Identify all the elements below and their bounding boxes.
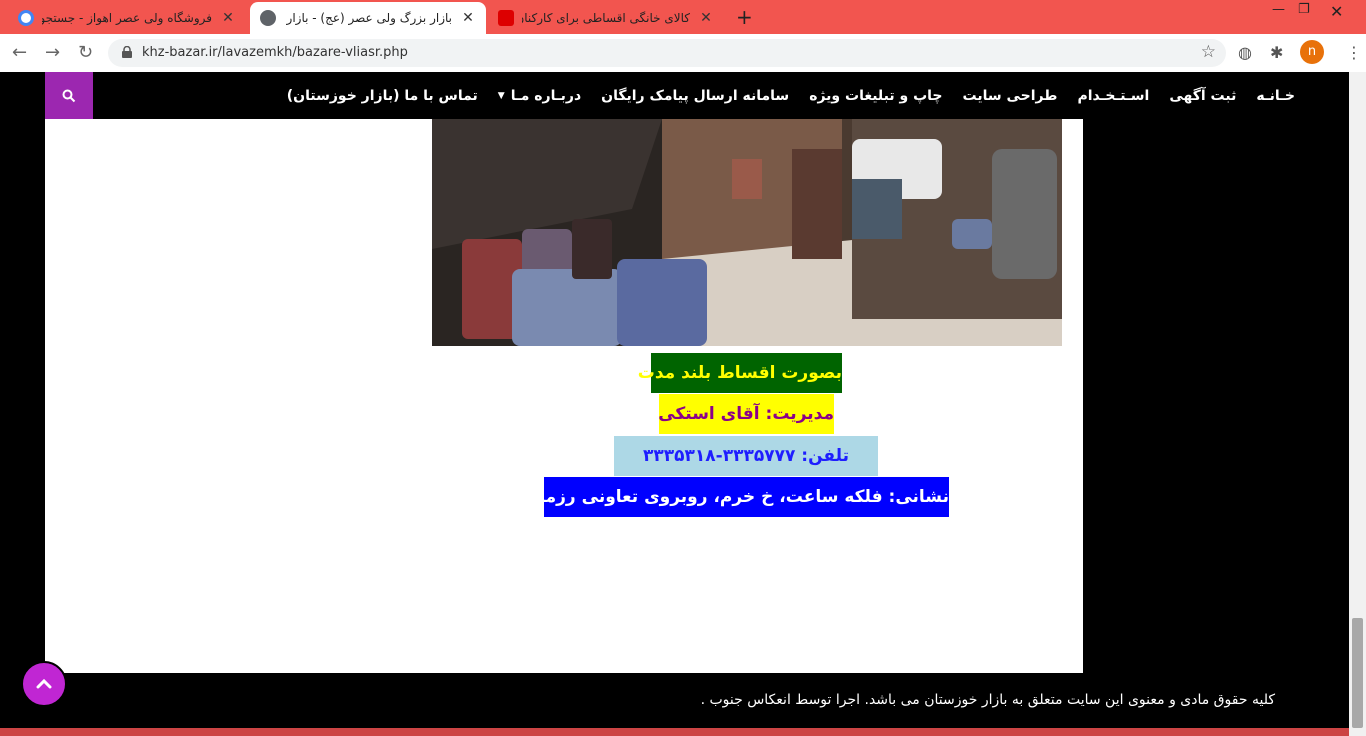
nav-item-jobs[interactable]: اسـتـخـدام — [1067, 88, 1159, 104]
phone-banner: تلفن: ۳۳۳۵۷۷۷-۳۳۳۵۳۱۸ — [614, 436, 878, 476]
browser-toolbar: ← → ↻ khz-bazar.ir/lavazemkh/bazare-vlia… — [0, 34, 1366, 72]
nav-item-sms[interactable]: سامانه ارسال پیامک رایگان — [591, 88, 799, 104]
minimize-icon[interactable]: — — [1272, 2, 1285, 17]
browser-tab[interactable]: ✕ کالای خانگی اقساطی برای کارکنان و — [488, 2, 724, 34]
web-page: خـانـه ثبت آگهی اسـتـخـدام طراحی سایت چا… — [0, 72, 1349, 736]
browser-tab-active[interactable]: ✕ بازار بزرگ ولی عصر (عج) - بازار ولی — [250, 2, 486, 34]
chevron-up-icon — [36, 679, 52, 689]
browser-tab-strip: ✕ فروشگاه ولی عصر اهواز - جستجوی ✕ بازار… — [0, 0, 1366, 34]
address-banner: نشانی: فلکه ساعت، خ خرم، روبروی تعاونی ر… — [498, 477, 949, 517]
bookmark-star-icon[interactable]: ☆ — [1201, 42, 1216, 62]
reload-icon[interactable]: ↻ — [78, 42, 93, 63]
tab-title: بازار بزرگ ولی عصر (عج) - بازار ولی — [284, 11, 452, 25]
browser-tab[interactable]: ✕ فروشگاه ولی عصر اهواز - جستجوی — [8, 2, 246, 34]
manager-banner: مدیریت: آقای استکی — [658, 394, 834, 434]
nav-item-about[interactable]: دربـاره مـا ▼ — [488, 88, 591, 104]
lock-icon — [122, 46, 132, 58]
forward-arrow-icon[interactable]: → — [45, 42, 60, 63]
search-icon — [62, 89, 76, 102]
nav-item-post-ad[interactable]: ثبت آگهی — [1159, 88, 1246, 104]
nav-item-printing[interactable]: چاپ و تبلیغات ویژه — [799, 88, 952, 104]
scroll-to-top-button[interactable] — [21, 661, 67, 707]
globe-favicon-icon — [260, 10, 276, 26]
close-window-icon[interactable]: ✕ — [1330, 2, 1343, 21]
page-scrollbar[interactable] — [1349, 72, 1366, 736]
tab-title: فروشگاه ولی عصر اهواز - جستجوی — [42, 11, 212, 25]
close-tab-icon[interactable]: ✕ — [460, 10, 476, 26]
translate-icon[interactable]: ◍ — [1238, 43, 1252, 62]
url-text: khz-bazar.ir/lavazemkh/bazare-vliasr.php — [142, 45, 408, 60]
dropdown-caret-icon: ▼ — [497, 90, 505, 101]
store-photo — [432, 119, 1062, 346]
restore-icon[interactable]: ❐ — [1298, 2, 1310, 17]
profile-avatar[interactable]: n — [1300, 40, 1324, 64]
nav-item-web-design[interactable]: طراحی سایت — [953, 88, 1068, 104]
nav-item-about-label: دربـاره مـا — [510, 87, 582, 104]
footer-copyright: کلیه حقوق مادی و معنوی این سایت متعلق به… — [700, 692, 1275, 708]
nav-item-home[interactable]: خـانـه — [1246, 88, 1305, 104]
new-tab-button[interactable]: + — [736, 5, 753, 29]
tab-title: کالای خانگی اقساطی برای کارکنان و — [522, 11, 690, 25]
google-favicon-icon — [18, 10, 34, 26]
site-favicon-icon — [498, 10, 514, 26]
nav-item-contact[interactable]: تماس با ما (بازار خوزستان) — [277, 88, 488, 104]
scrollbar-thumb[interactable] — [1352, 618, 1363, 728]
menu-dots-icon[interactable]: ⋮ — [1346, 43, 1362, 62]
back-arrow-icon[interactable]: ← — [12, 42, 27, 63]
close-tab-icon[interactable]: ✕ — [698, 10, 714, 26]
os-taskbar — [0, 728, 1349, 736]
search-button[interactable] — [45, 72, 93, 119]
close-tab-icon[interactable]: ✕ — [220, 10, 236, 26]
nav-menu: خـانـه ثبت آگهی اسـتـخـدام طراحی سایت چا… — [93, 72, 1305, 119]
installments-banner: بصورت اقساط بلند مدت — [638, 353, 842, 393]
extensions-puzzle-icon[interactable]: ✱ — [1270, 43, 1283, 62]
address-bar[interactable]: khz-bazar.ir/lavazemkh/bazare-vliasr.php… — [108, 39, 1226, 67]
